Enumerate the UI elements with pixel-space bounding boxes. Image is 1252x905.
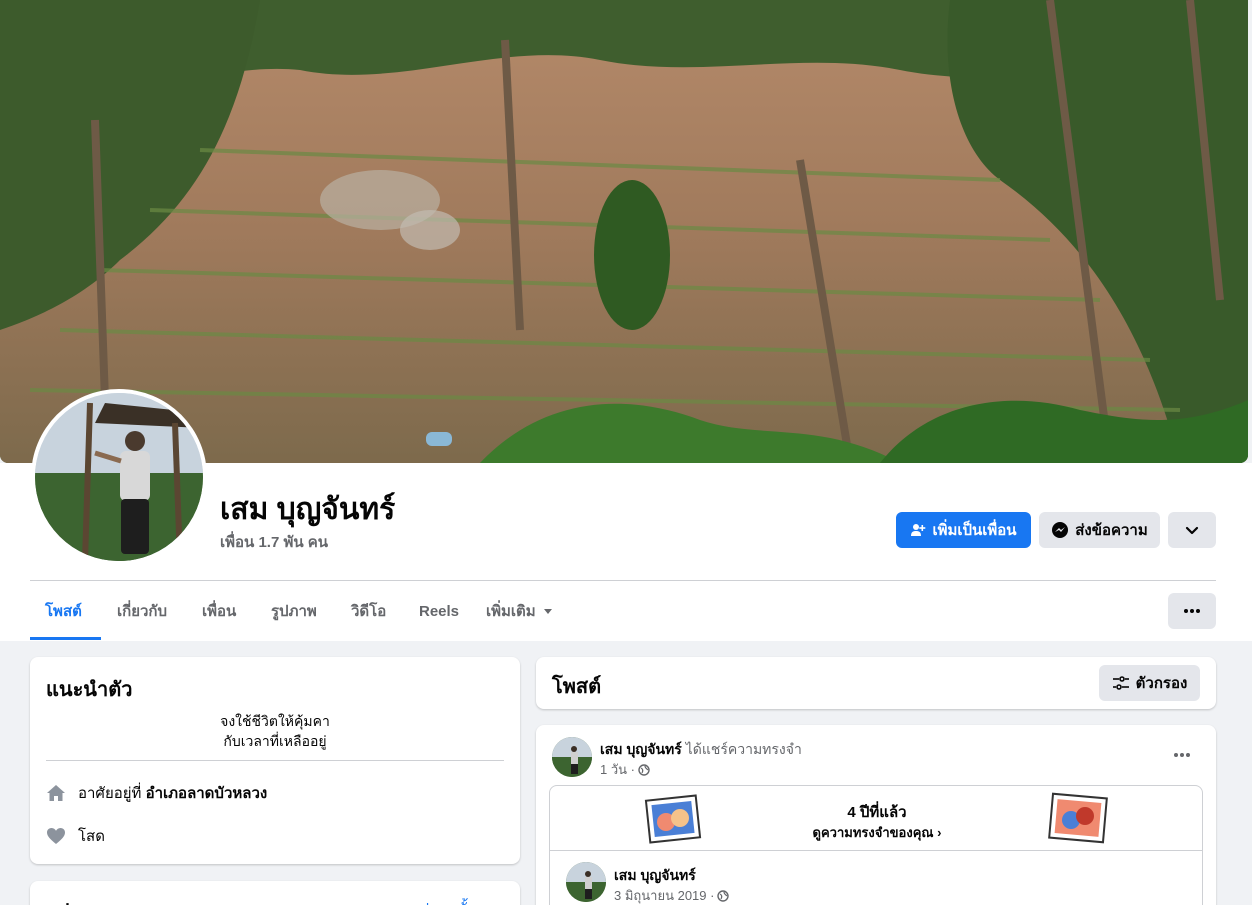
post-author-avatar[interactable] xyxy=(552,737,592,777)
post-author-avatar-image xyxy=(552,737,592,777)
bio-line-1: จงใช้ชีวิตให้คุ้มคา xyxy=(220,713,330,729)
relationship-row: โสด xyxy=(46,824,105,848)
inner-post-time[interactable]: 3 มิถุนายน 2019 · xyxy=(614,885,714,905)
add-friend-button[interactable]: เพิ่มเป็นเพื่อน xyxy=(896,512,1031,548)
memory-banner[interactable]: 4 ปีที่แล้ว ดูความทรงจำของคุณ › xyxy=(550,786,1202,851)
tab-more-label: เพิ่มเติม xyxy=(486,603,536,620)
message-label: ส่งข้อความ xyxy=(1075,522,1148,539)
tab-photos[interactable]: รูปภาพ xyxy=(271,594,317,628)
caret-down-icon xyxy=(543,609,552,614)
tab-posts[interactable]: โพสต์ xyxy=(45,594,82,628)
memory-box: 4 ปีที่แล้ว ดูความทรงจำของคุณ › เสม บุญจ… xyxy=(549,785,1203,905)
post-header-line: เสม บุญจันทร์ ได้แชร์ความทรงจำ xyxy=(600,739,802,761)
post-time-row: 1 วัน · xyxy=(600,759,650,780)
lives-in-prefix: อาศัยอยู่ที่ xyxy=(78,785,142,802)
inner-post-time-row: 3 มิถุนายน 2019 · xyxy=(614,885,730,905)
see-all-photos-link[interactable]: ดูรูปภาพทั้งหมด xyxy=(402,897,504,905)
globe-icon xyxy=(717,889,730,902)
cover-photo-image xyxy=(0,0,1248,463)
relationship-status: โสด xyxy=(78,828,105,845)
add-friend-label: เพิ่มเป็นเพื่อน xyxy=(932,522,1017,539)
tab-more[interactable]: เพิ่มเติม xyxy=(486,594,554,628)
friends-count[interactable]: เพื่อน 1.7 พัน คน xyxy=(220,530,328,554)
filter-label: ตัวกรอง xyxy=(1135,675,1188,692)
post-time[interactable]: 1 วัน · xyxy=(600,759,635,780)
messenger-icon xyxy=(1052,522,1069,538)
posts-title: โพสต์ xyxy=(552,676,602,698)
more-actions-button[interactable] xyxy=(1168,512,1216,548)
lives-in-row: อาศัยอยู่ที่ อำเภอลาดบัวหลวง xyxy=(46,781,267,805)
filter-button[interactable]: ตัวกรอง xyxy=(1099,665,1200,701)
photos-title: รูปภาพ xyxy=(46,895,107,905)
filter-icon xyxy=(1112,676,1129,690)
profile-name: เสม บุญจันทร์ xyxy=(220,493,396,526)
active-tab-indicator xyxy=(30,637,101,640)
intro-title: แนะนำตัว xyxy=(46,679,133,701)
memory-friends-illustration-right xyxy=(1048,792,1108,844)
lives-in-place[interactable]: อำเภอลาดบัวหลวง xyxy=(146,785,268,802)
post-options-button[interactable] xyxy=(1166,743,1198,767)
more-dots-icon xyxy=(1184,609,1200,613)
globe-icon xyxy=(638,763,650,776)
avatar-image xyxy=(35,393,203,561)
more-dots-icon xyxy=(1174,753,1190,757)
tab-about[interactable]: เกี่ยวกับ xyxy=(117,594,167,628)
inner-post-author[interactable]: เสม บุญจันทร์ xyxy=(614,865,696,887)
cover-photo[interactable] xyxy=(0,0,1248,463)
add-friend-icon xyxy=(911,524,926,536)
memory-link: ดูความทรงจำของคุณ xyxy=(812,825,934,840)
tab-reels[interactable]: Reels xyxy=(419,594,459,628)
bio-line-2: กับเวลาที่เหลืออยู่ xyxy=(223,733,327,749)
profile-avatar[interactable] xyxy=(31,389,207,565)
tab-friends[interactable]: เพื่อน xyxy=(202,594,236,628)
inner-post-avatar[interactable] xyxy=(566,862,606,902)
posts-header-card: โพสต์ ตัวกรอง xyxy=(536,657,1216,709)
photos-card: รูปภาพ ดูรูปภาพทั้งหมด xyxy=(30,881,520,905)
inner-post-avatar-image xyxy=(566,862,606,902)
profile-options-button[interactable] xyxy=(1168,593,1216,629)
post-action: ได้แชร์ความทรงจำ xyxy=(685,741,802,757)
chevron-down-icon xyxy=(1185,526,1199,535)
intro-card: แนะนำตัว จงใช้ชีวิตให้คุ้มคา กับเวลาที่เ… xyxy=(30,657,520,864)
message-button[interactable]: ส่งข้อความ xyxy=(1039,512,1160,548)
intro-divider xyxy=(46,760,504,761)
post-author-name[interactable]: เสม บุญจันทร์ xyxy=(600,741,682,757)
chevron-right-icon: › xyxy=(937,825,942,840)
home-icon xyxy=(47,785,65,801)
tab-videos[interactable]: วิดีโอ xyxy=(351,594,386,628)
heart-icon xyxy=(47,828,65,844)
header-divider xyxy=(30,580,1216,581)
post-card: เสม บุญจันทร์ ได้แชร์ความทรงจำ 1 วัน · 4… xyxy=(536,725,1216,905)
